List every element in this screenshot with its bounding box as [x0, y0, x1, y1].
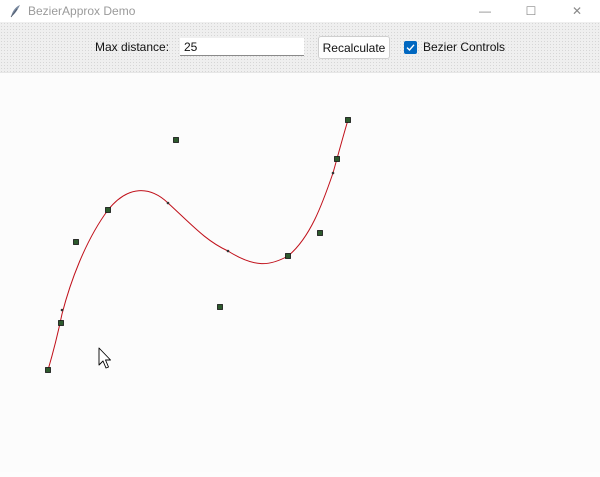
app-window: BezierApprox Demo — ☐ ✕ Max distance: Re…: [0, 0, 600, 472]
toolbar: Max distance: Recalculate Bezier Control…: [0, 22, 600, 73]
close-icon: ✕: [571, 4, 583, 18]
minimize-icon: —: [479, 4, 491, 18]
bezier-controls-label: Bezier Controls: [423, 40, 506, 54]
control-point[interactable]: [173, 137, 179, 143]
control-point[interactable]: [105, 207, 111, 213]
feather-icon: [8, 4, 22, 18]
max-distance-label: Max distance:: [95, 40, 170, 54]
control-point[interactable]: [73, 239, 79, 245]
minimize-button[interactable]: —: [462, 0, 508, 22]
control-point[interactable]: [217, 304, 223, 310]
max-distance-input[interactable]: [180, 38, 304, 56]
control-point[interactable]: [334, 156, 340, 162]
close-button[interactable]: ✕: [554, 0, 600, 22]
drawing-canvas[interactable]: [0, 73, 600, 472]
maximize-button[interactable]: ☐: [508, 0, 554, 22]
window-title: BezierApprox Demo: [28, 4, 136, 18]
bezier-curve: [47, 119, 349, 371]
control-point[interactable]: [45, 367, 51, 373]
maximize-icon: ☐: [525, 4, 537, 18]
curve-segment-marker: [60, 308, 64, 312]
bezier-controls-checkbox[interactable]: Bezier Controls: [404, 40, 505, 54]
curve-segment-marker: [331, 171, 335, 175]
control-point[interactable]: [58, 320, 64, 326]
curve-segment-marker: [166, 201, 170, 205]
curve-segment-marker: [226, 249, 230, 253]
mouse-cursor-icon: [98, 347, 111, 369]
control-point[interactable]: [317, 230, 323, 236]
checkmark-icon[interactable]: [404, 40, 417, 54]
control-point[interactable]: [285, 253, 291, 259]
title-bar[interactable]: BezierApprox Demo — ☐ ✕: [0, 0, 600, 22]
control-point[interactable]: [345, 117, 351, 123]
recalculate-button[interactable]: Recalculate: [318, 36, 390, 59]
canvas-svg[interactable]: [0, 73, 600, 472]
